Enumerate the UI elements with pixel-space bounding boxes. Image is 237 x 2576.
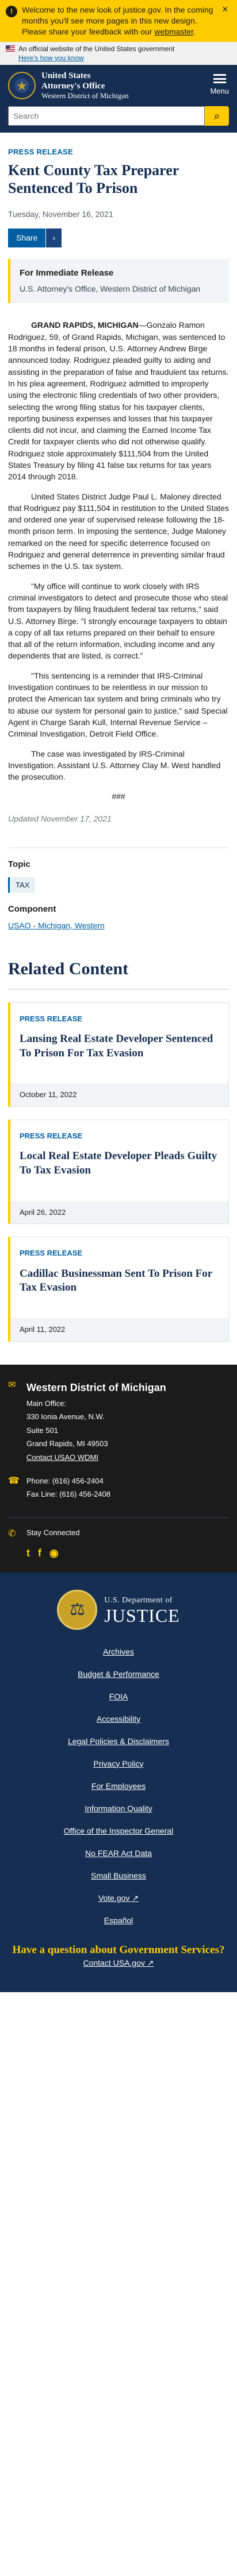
related-card[interactable]: PRESS RELEASE Local Real Estate Develope… — [8, 1119, 229, 1225]
release-info-box: For Immediate Release U.S. Attorney's Of… — [8, 258, 229, 304]
release-body: U.S. Attorney's Office, Western District… — [20, 284, 201, 294]
card-date: April 11, 2022 — [10, 1318, 228, 1341]
article-date: Tuesday, November 16, 2021 — [8, 209, 113, 219]
footer-link-legal[interactable]: Legal Policies & Disclaimers — [8, 1736, 229, 1748]
dateline: GRAND RAPIDS, MICHIGAN — [31, 320, 139, 330]
doj-seal-logo[interactable]: ★ — [8, 72, 36, 100]
rss-icon[interactable]: ◉ — [49, 1545, 59, 1561]
footer-link-foia[interactable]: FOIA — [8, 1691, 229, 1703]
footer-link-oig[interactable]: Office of the Inspector General — [8, 1825, 229, 1837]
end-marker: ### — [112, 792, 125, 801]
warning-icon: ! — [6, 6, 17, 17]
footer-link-budget[interactable]: Budget & Performance — [8, 1668, 229, 1680]
address-line: Suite 501 — [26, 1425, 58, 1435]
paragraph: The case was investigated by IRS-Crimina… — [8, 749, 221, 782]
footer-link-archives[interactable]: Archives — [8, 1646, 229, 1658]
address-line: Grand Rapids, MI 49503 — [26, 1439, 108, 1448]
footer-link-small-business[interactable]: Small Business — [8, 1870, 229, 1882]
card-title-link[interactable]: Cadillac Businessman Sent To Prison For … — [20, 1267, 219, 1295]
site-title-line2: Attorney's Office — [41, 82, 105, 91]
card-title-link[interactable]: Local Real Estate Developer Pleads Guilt… — [20, 1149, 219, 1177]
doj-large-text: JUSTICE — [104, 1605, 180, 1626]
search-button[interactable]: ⌕ — [205, 106, 229, 126]
topic-tag[interactable]: TAX — [8, 877, 36, 893]
search-input[interactable] — [8, 106, 205, 126]
contact-usa-gov-link[interactable]: Contact USA.gov ↗ — [83, 1958, 154, 1967]
release-heading: For Immediate Release — [20, 268, 114, 278]
article-body: GRAND RAPIDS, MICHIGAN—Gonzalo Ramon Rod… — [8, 319, 229, 824]
footer-link-employees[interactable]: For Employees — [8, 1780, 229, 1792]
menu-button[interactable]: Menu — [210, 74, 229, 97]
related-card[interactable]: PRESS RELEASE Cadillac Businessman Sent … — [8, 1237, 229, 1342]
page-title: Kent County Tax Preparer Sentenced To Pr… — [8, 161, 179, 196]
twitter-icon[interactable]: t — [26, 1545, 30, 1561]
footer-link-accessibility[interactable]: Accessibility — [8, 1713, 229, 1725]
hamburger-icon — [213, 74, 226, 84]
site-footer: ✉ Western District of Michigan Main Offi… — [0, 1364, 237, 1993]
footer-link-espanol[interactable]: Español — [8, 1915, 229, 1927]
question-heading: Have a question about Government Service… — [12, 1943, 225, 1956]
chat-icon: ✆ — [8, 1528, 16, 1539]
site-title-line3: Western District of Michigan — [41, 91, 129, 100]
menu-label: Menu — [210, 87, 229, 96]
footer-contact: ✉ Western District of Michigan Main Offi… — [0, 1364, 237, 1572]
stay-connected-label: Stay Connected — [26, 1528, 80, 1537]
address-line: 330 Ionia Avenue, N.W. — [26, 1412, 105, 1421]
share-button[interactable]: Share › — [8, 228, 62, 247]
site-title[interactable]: United States Attorney's Office Western … — [41, 71, 204, 100]
card-date: October 11, 2022 — [10, 1083, 228, 1106]
site-header: ★ United States Attorney's Office Wester… — [0, 65, 237, 107]
fax-number: Fax Line: (616) 456-2408 — [26, 1490, 110, 1499]
paragraph: GRAND RAPIDS, MICHIGAN—Gonzalo Ramon Rod… — [8, 320, 229, 482]
related-card[interactable]: PRESS RELEASE Lansing Real Estate Develo… — [8, 1002, 229, 1107]
divider — [8, 847, 229, 848]
doj-small-text: U.S. Department of — [104, 1596, 173, 1605]
phone-icon: ☎ — [8, 1475, 20, 1486]
webmaster-link[interactable]: webmaster — [154, 27, 193, 36]
footer-link-no-fear[interactable]: No FEAR Act Data — [8, 1847, 229, 1860]
footer-district: Western District of Michigan — [26, 1381, 166, 1393]
gov-banner-text: An official website of the United States… — [18, 44, 175, 53]
external-link-icon: ↗ — [132, 1893, 139, 1903]
card-eyebrow: PRESS RELEASE — [20, 1249, 83, 1258]
share-label: Share — [8, 228, 46, 247]
footer-link-info-quality[interactable]: Information Quality — [8, 1803, 229, 1815]
related-content-heading: Related Content — [8, 956, 229, 990]
doj-footer-logo[interactable]: ⚖ U.S. Department of JUSTICE — [8, 1589, 229, 1630]
search-icon: ⌕ — [213, 110, 220, 122]
paragraph: United States District Judge Paul L. Mal… — [8, 491, 229, 571]
external-link-icon: ↗ — [147, 1958, 154, 1968]
contact-link[interactable]: Contact USAO WDMI — [26, 1453, 98, 1462]
search-bar: ⌕ — [0, 106, 237, 133]
envelope-icon: ✉ — [8, 1380, 16, 1390]
phone-number: Phone: (616) 456-2404 — [26, 1476, 104, 1485]
main-office-label: Main Office: — [26, 1399, 67, 1408]
heres-how-you-know-toggle[interactable]: Here's how you know — [18, 53, 174, 63]
facebook-icon[interactable]: f — [38, 1545, 41, 1561]
us-flag-icon — [6, 45, 15, 52]
footer-link-privacy[interactable]: Privacy Policy — [8, 1758, 229, 1770]
component-heading: Component — [8, 904, 56, 914]
paragraph: "This sentencing is a reminder that IRS-… — [8, 671, 228, 739]
main-content: PRESS RELEASE Kent County Tax Preparer S… — [0, 146, 237, 1342]
site-title-line1: United States — [41, 71, 91, 81]
paragraph: "My office will continue to work closely… — [8, 581, 228, 661]
chevron-right-icon: › — [45, 228, 62, 247]
updated-date: Updated November 17, 2021 — [8, 814, 112, 823]
footer-link-vote[interactable]: Vote.gov ↗ — [8, 1892, 229, 1904]
notice-text: Welcome to the new look of justice.gov. … — [22, 5, 213, 36]
gov-banner: An official website of the United States… — [0, 41, 237, 65]
topic-heading: Topic — [8, 859, 30, 869]
close-icon[interactable]: × — [222, 4, 231, 37]
footer-links: ⚖ U.S. Department of JUSTICE Archives Bu… — [0, 1572, 237, 1993]
card-date: April 26, 2022 — [10, 1200, 228, 1224]
card-eyebrow: PRESS RELEASE — [20, 1131, 83, 1140]
component-link[interactable]: USAO - Michigan, Western — [8, 920, 229, 932]
article-eyebrow: PRESS RELEASE — [8, 148, 73, 157]
card-eyebrow: PRESS RELEASE — [20, 1014, 83, 1023]
card-title-link[interactable]: Lansing Real Estate Developer Sentenced … — [20, 1032, 219, 1060]
doj-seal-icon: ⚖ — [57, 1589, 98, 1630]
site-notice: ! Welcome to the new look of justice.gov… — [0, 0, 237, 42]
